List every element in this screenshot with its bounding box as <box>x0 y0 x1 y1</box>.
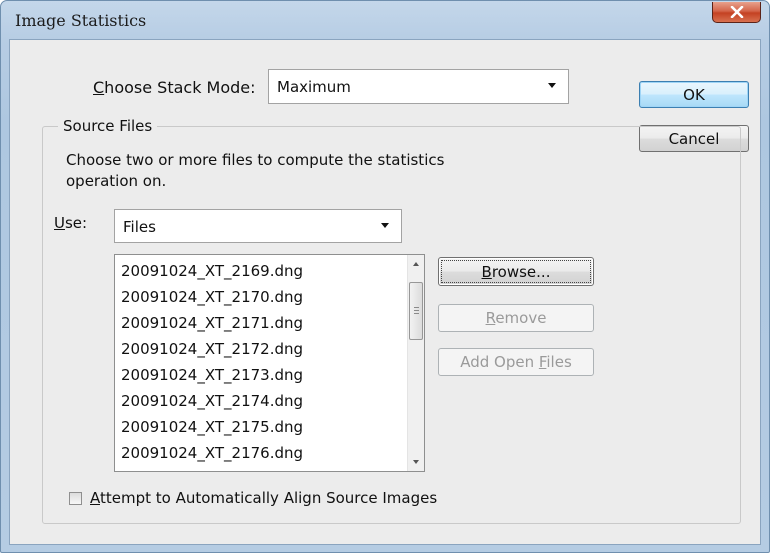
grip-line <box>414 310 419 311</box>
use-value: Files <box>123 218 156 236</box>
list-item[interactable]: 20091024_XT_2170.dng <box>121 288 303 306</box>
use-label: Use: <box>54 214 88 232</box>
list-item[interactable]: 20091024_XT_2173.dng <box>121 366 303 384</box>
close-icon <box>730 6 743 18</box>
remove-button[interactable]: Remove <box>438 304 594 332</box>
list-item[interactable]: 20091024_XT_2172.dng <box>121 340 303 358</box>
chevron-down-icon <box>548 83 556 88</box>
close-button[interactable] <box>712 2 761 23</box>
dialog-body: Choose Stack Mode: Maximum OK Cancel Sou… <box>9 39 761 545</box>
files-scrollbar[interactable] <box>407 255 424 471</box>
list-item[interactable]: 20091024_XT_2169.dng <box>121 262 303 280</box>
list-item[interactable]: 20091024_XT_2174.dng <box>121 392 303 410</box>
use-select[interactable]: Files <box>114 209 402 243</box>
scroll-down-icon[interactable] <box>413 460 419 464</box>
stack-mode-select[interactable]: Maximum <box>268 69 569 104</box>
title-bar[interactable]: Image Statistics <box>1 1 771 38</box>
stack-mode-label: Choose Stack Mode: <box>93 78 256 97</box>
files-list[interactable]: 20091024_XT_2169.dng 20091024_XT_2170.dn… <box>114 254 425 472</box>
list-item[interactable]: 20091024_XT_2171.dng <box>121 314 303 332</box>
list-item[interactable]: 20091024_XT_2176.dng <box>121 444 303 462</box>
grip-line <box>414 307 419 308</box>
scroll-thumb[interactable] <box>409 282 423 340</box>
browse-button[interactable]: Browse... <box>438 257 594 286</box>
chevron-down-icon <box>381 223 389 228</box>
source-files-legend: Source Files <box>58 117 158 135</box>
align-images-label[interactable]: Attempt to Automatically Align Source Im… <box>90 489 437 507</box>
list-item[interactable]: 20091024_XT_2175.dng <box>121 418 303 436</box>
ok-button[interactable]: OK <box>639 81 749 108</box>
add-open-files-button[interactable]: Add Open Files <box>438 348 594 376</box>
dialog-title: Image Statistics <box>15 11 147 30</box>
grip-line <box>414 313 419 314</box>
description-line-2: operation on. <box>66 172 167 190</box>
stack-mode-value: Maximum <box>277 78 351 96</box>
align-images-checkbox[interactable] <box>69 492 82 505</box>
description-line-1: Choose two or more files to compute the … <box>66 151 445 169</box>
image-statistics-dialog: Image Statistics Choose Stack Mode: Maxi… <box>0 0 770 553</box>
scroll-up-icon[interactable] <box>413 262 419 266</box>
